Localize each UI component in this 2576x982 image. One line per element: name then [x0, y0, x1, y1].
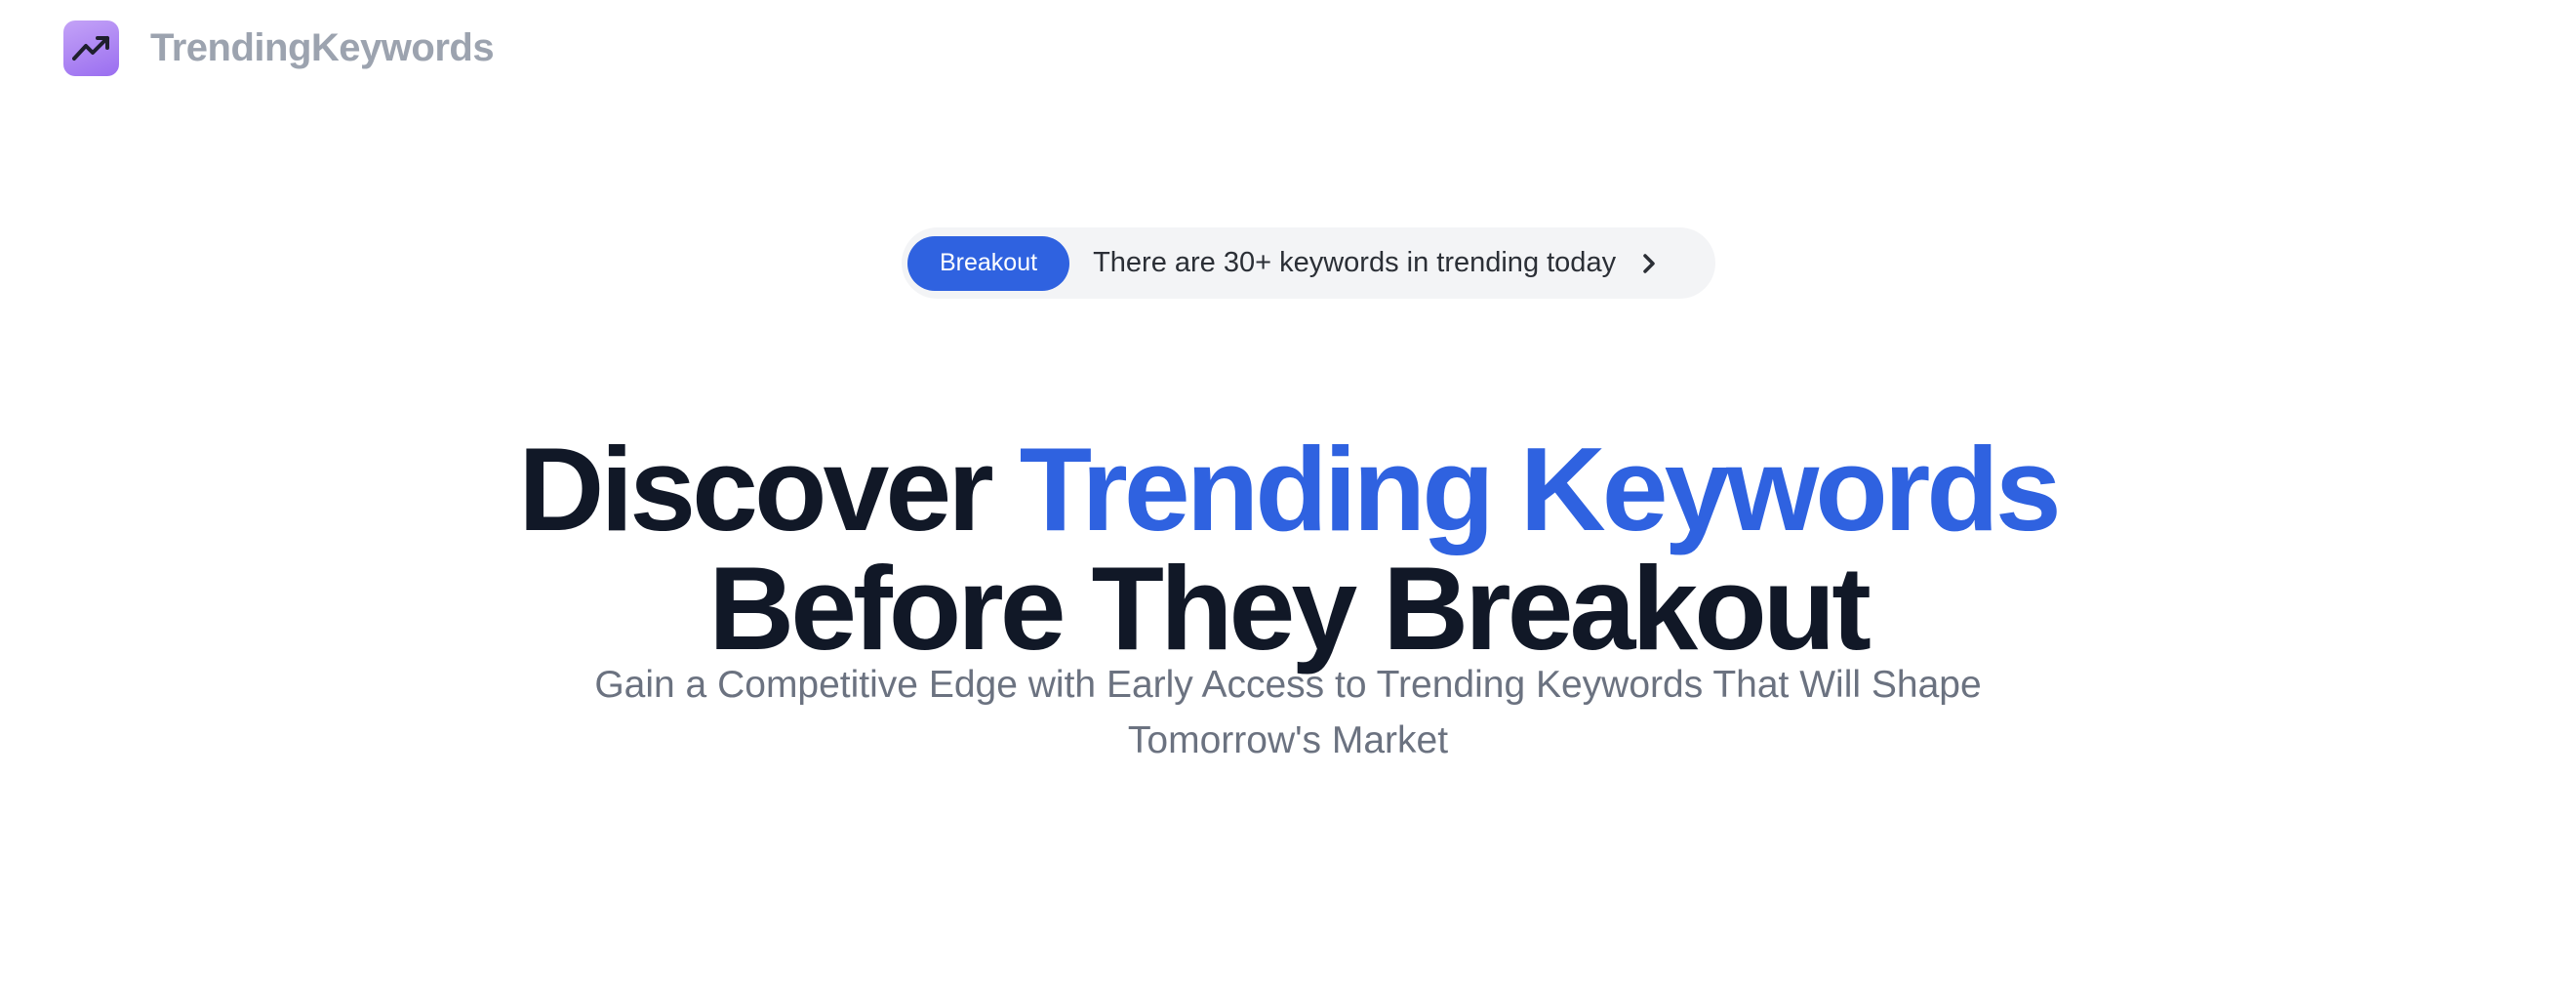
breakout-badge: Breakout: [907, 235, 1070, 291]
hero-subheadline: Gain a Competitive Edge with Early Acces…: [594, 664, 1982, 761]
headline-line-1: Discover Trending Keywords: [0, 430, 2576, 549]
hero-headline: Discover Trending Keywords Before They B…: [0, 430, 2576, 668]
announcement-text: There are 30+ keywords in trending today: [1093, 247, 1617, 278]
headline-accent: Trending Keywords: [1019, 422, 2062, 555]
brand-name[interactable]: TrendingKeywords: [150, 26, 495, 70]
announcement-pill[interactable]: Breakout There are 30+ keywords in trend…: [902, 227, 1715, 299]
headline-part-1: Discover: [518, 422, 1020, 555]
headline-line-2: Before They Breakout: [708, 541, 1872, 675]
site-header: TrendingKeywords: [63, 20, 495, 76]
landing-page: TrendingKeywords Breakout There are 30+ …: [0, 0, 2576, 982]
trending-up-icon[interactable]: [63, 20, 119, 76]
chevron-right-icon: [1641, 252, 1657, 275]
